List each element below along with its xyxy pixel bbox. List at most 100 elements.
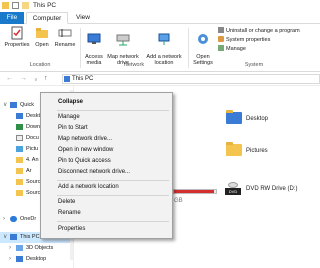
nav-label: 4. An (26, 157, 39, 163)
menu-item-open-new-window[interactable]: Open in new window (42, 145, 172, 156)
network-location-icon (158, 33, 170, 45)
chevron-right-icon: › (9, 256, 11, 262)
nav-label: 3D Objects (26, 245, 54, 251)
uninstall-program-button[interactable]: Uninstall or change a program (218, 27, 300, 35)
pc-icon (10, 234, 17, 240)
address-path: This PC (72, 76, 94, 82)
chevron-right-icon: › (3, 216, 5, 222)
network-drive-icon (116, 34, 130, 46)
nav-label: Desktop (26, 256, 47, 262)
folder-icon (16, 157, 23, 163)
pc-icon (64, 76, 70, 82)
map-network-drive-button[interactable]: Map network drive (105, 26, 141, 66)
desktop-folder-icon (226, 110, 242, 124)
menu-item-add-network-location[interactable]: Add a network location (42, 182, 172, 193)
dvd-drive-icon: DVD (225, 182, 241, 196)
system-properties-icon (218, 36, 224, 42)
folder-icon (16, 190, 23, 196)
menu-item-rename[interactable]: Rename (42, 208, 172, 219)
cloud-icon (10, 216, 17, 222)
group-divider (188, 28, 189, 68)
drive-label: DVD RW Drive (D:) (246, 186, 298, 192)
nav-label: Deskt (26, 113, 41, 119)
nav-label: OneDr (20, 216, 37, 222)
tab-computer[interactable]: Computer (26, 12, 68, 24)
rename-icon (58, 29, 72, 37)
open-settings-button[interactable]: Open Settings (190, 26, 216, 66)
access-media-icon (87, 33, 101, 44)
chevron-down-icon: ∨ (3, 102, 8, 108)
rename-label: Rename (54, 42, 76, 48)
properties-button[interactable]: Properties (2, 26, 32, 48)
access-media-button[interactable]: Access media (83, 26, 105, 66)
window-title: This PC (33, 2, 57, 9)
menu-separator (57, 195, 169, 196)
address-bar: ← → ∨ ↑ This PC (0, 72, 320, 86)
menu-item-properties[interactable]: Properties (42, 224, 172, 235)
tab-view[interactable]: View (72, 12, 94, 24)
menu-separator (57, 221, 169, 222)
menu-item-manage[interactable]: Manage (42, 112, 172, 123)
menu-item-delete[interactable]: Delete (42, 197, 172, 208)
properties-check-icon[interactable] (12, 2, 19, 9)
nav-item-3d-objects[interactable]: › 3D Objects (0, 243, 74, 254)
nav-label: Sourc (26, 190, 41, 196)
download-icon (16, 124, 23, 130)
up-arrow-icon[interactable]: ↑ (44, 75, 48, 82)
address-input[interactable]: This PC (62, 74, 320, 84)
ribbon: Properties Open Rename Location Access m… (0, 24, 320, 72)
drive-usage-bar (173, 189, 217, 194)
back-arrow-icon[interactable]: ← (6, 75, 13, 82)
document-icon (16, 135, 23, 141)
menu-separator (57, 110, 169, 111)
add-network-location-button[interactable]: Add a network location (141, 26, 187, 66)
folder-icon (16, 179, 23, 185)
location-group-label: Location (29, 62, 51, 68)
menu-item-pin-to-start[interactable]: Pin to Start (42, 123, 172, 134)
system-group-label: System (244, 62, 264, 68)
menu-item-collapse[interactable]: Collapse (42, 97, 172, 108)
title-bar: This PC (0, 0, 320, 11)
uninstall-icon (218, 27, 224, 33)
menu-item-disconnect-network-drive[interactable]: Disconnect network drive... (42, 167, 172, 178)
manage-label: Manage (226, 46, 246, 52)
menu-item-pin-quick-access[interactable]: Pin to Quick access (42, 156, 172, 167)
dvd-badge: DVD (225, 188, 241, 195)
network-group-label: Network (123, 62, 145, 68)
nav-label: Docu (26, 135, 39, 141)
nav-label: Sourc (26, 179, 41, 185)
drive-size-text: GB (174, 198, 183, 204)
cube-icon (16, 245, 23, 251)
recent-locations-chevron-icon[interactable]: ∨ (34, 77, 38, 83)
context-menu: Collapse Manage Pin to Start Map network… (40, 92, 173, 239)
forward-arrow-icon[interactable]: → (20, 75, 27, 82)
manage-icon (218, 45, 224, 51)
open-label: Open (35, 42, 49, 48)
properties-label: Properties (4, 42, 30, 48)
nav-label: Down (26, 124, 41, 130)
new-folder-icon[interactable] (22, 2, 29, 9)
nav-label: Quick (20, 102, 35, 108)
star-icon (10, 102, 17, 108)
desktop-icon (16, 113, 23, 119)
manage-button[interactable]: Manage (218, 45, 246, 53)
rename-button[interactable]: Rename (53, 26, 77, 48)
open-button[interactable]: Open (33, 26, 51, 48)
nav-label: This PC (20, 234, 40, 240)
tab-file[interactable]: File (0, 12, 24, 24)
ribbon-tabs: File Computer View (0, 11, 320, 24)
nav-item-desktop[interactable]: › Desktop (0, 254, 74, 265)
open-folder-icon (36, 28, 48, 38)
pictures-folder-icon (226, 142, 242, 156)
chevron-right-icon: › (9, 245, 11, 251)
gear-icon (198, 34, 208, 44)
folder-icon (16, 168, 23, 174)
system-properties-button[interactable]: System properties (218, 36, 270, 44)
menu-item-map-network-drive[interactable]: Map network drive... (42, 134, 172, 145)
pictures-icon (16, 146, 23, 152)
folder-label: Desktop (246, 116, 269, 122)
nav-label: Ar (26, 168, 32, 174)
folder-icon[interactable] (2, 2, 9, 9)
menu-separator (57, 180, 169, 181)
properties-icon (11, 26, 23, 40)
